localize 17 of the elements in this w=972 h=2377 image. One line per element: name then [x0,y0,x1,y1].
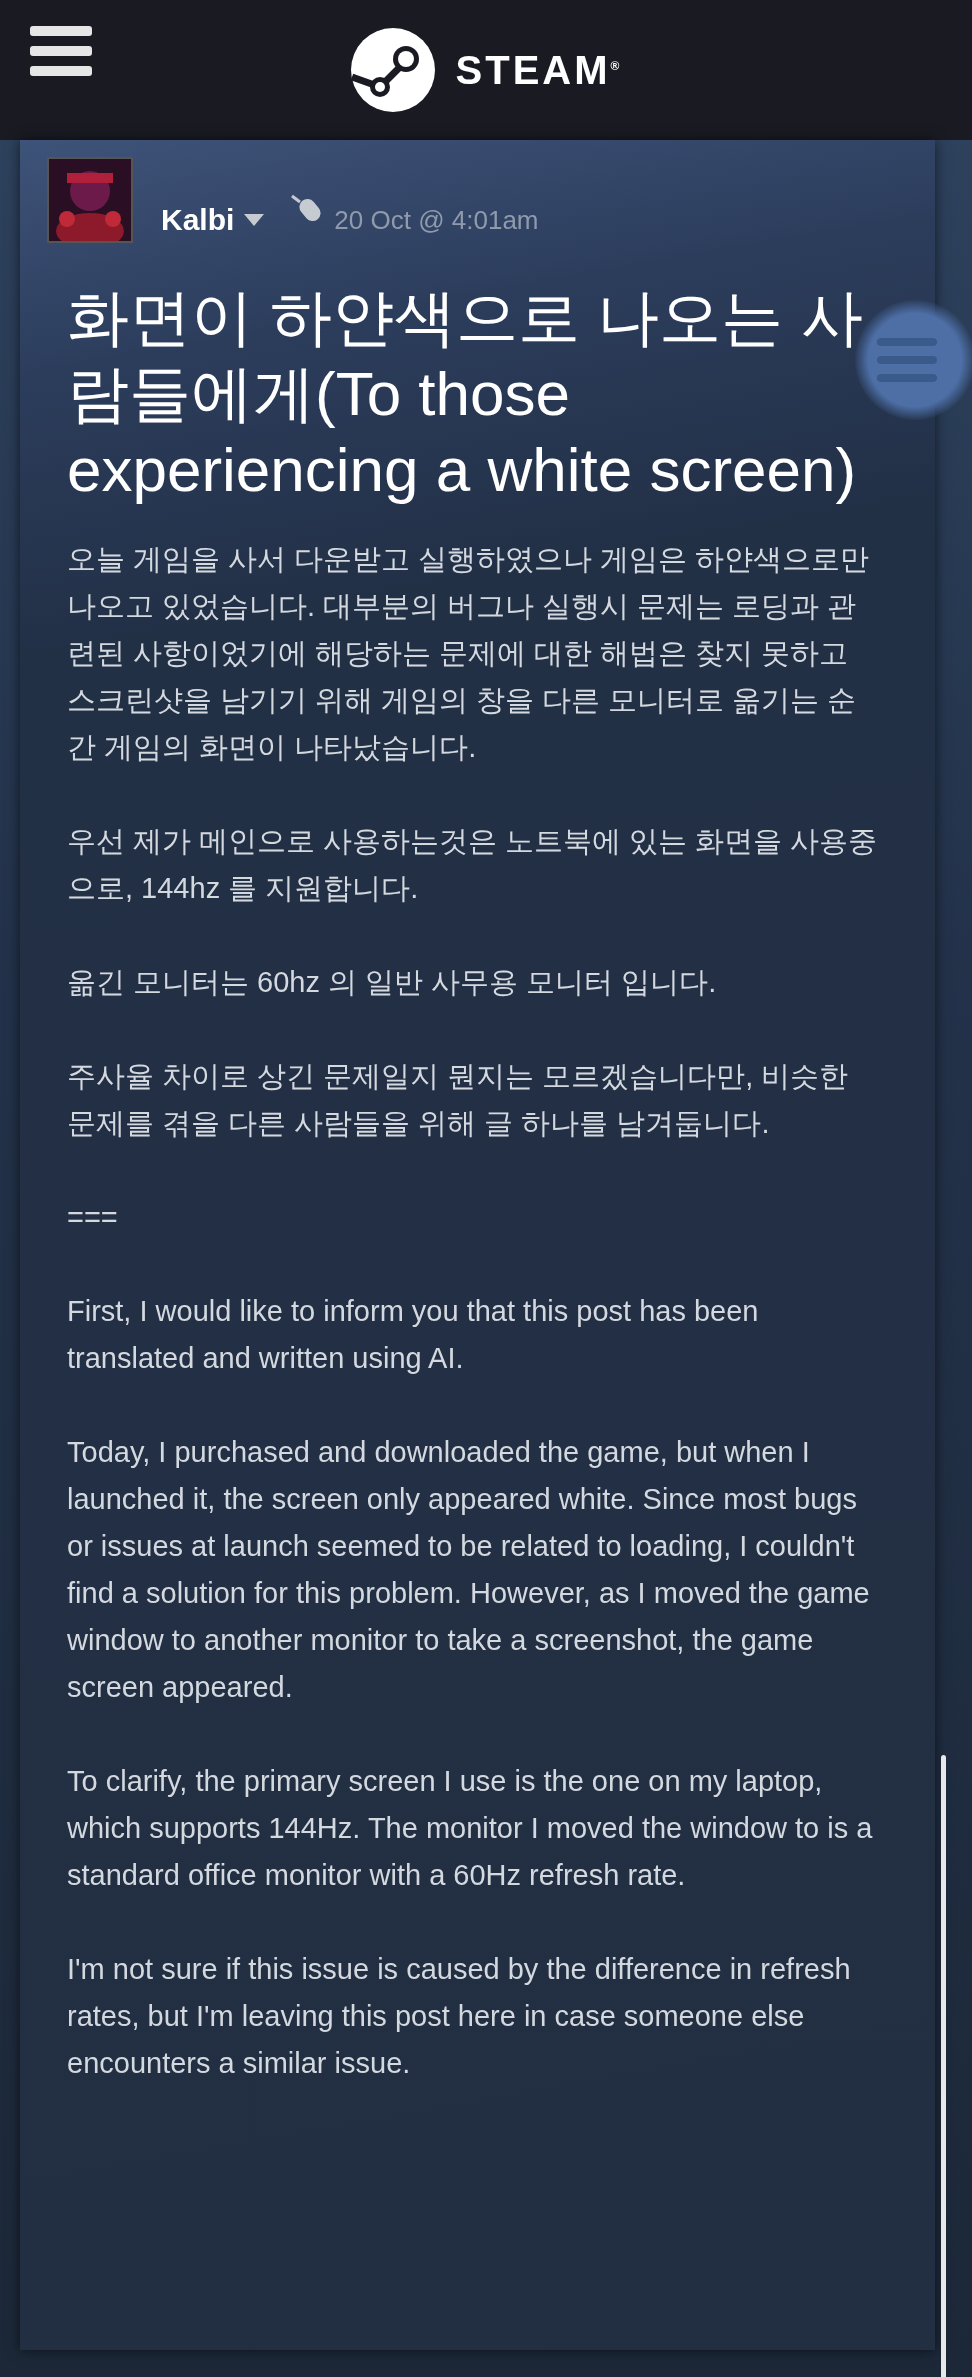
post-title: 화면이 하얀색으로 나오는 사람들에게(To those experiencing a white screen) [67,282,864,506]
post-paragraph: === [67,1200,119,1235]
post-paragraph: To clarify, the primary screen I use is the one on my laptop, which supports 144Hz. The monitor I moved the window to is a standard office monitor with a 60Hz refresh rate. [67,1764,874,1893]
post-paragraph: Today, I purchased and downloaded the game, but when I launched it, the screen only appeared white. Since most bugs or issues at launch seemed to be related to loading, I couldn't find a solution for this problem. However, as I moved the game window to another monitor to take a screenshot, the game screen appeared. [67,1435,871,1705]
steam-wordmark: STEAM$^{®}$ [455,47,623,93]
post-paragraph: I'm not sure if this issue is caused by the difference in refresh rates, but I'm leaving this post here in case someone else encounters a similar issue. [67,1952,852,2081]
post-paragraph: 우선 제가 메인으로 사용하는것은 노트북에 있는 화면을 사용중으로, 144hz 를 지원합니다. [67,824,879,906]
author-name[interactable]: Kalbi [161,203,235,237]
post-date: 20 Oct @ 4:01am [334,204,539,236]
steam-logo-icon [349,27,436,113]
post-paragraph: 오늘 게임을 사서 다운받고 실행하였으나 게임은 하얀색으로만 나오고 있었습니다. 대부분의 버그나 실행시 문제는 로딩과 관련된 사항이었기에 해당하는 문제에 대한 해법은 찾지 못하고 스크린샷을 남기기 위해 게임의 창을 다른 모니터로 옮기는 순간 게임의 화면이 나타났습니다. [67,542,871,765]
post-paragraph: First, I would like to inform you that this post has been translated and written using AI. [67,1294,760,1376]
scrollbar[interactable] [941,1755,946,2377]
menu-button[interactable] [30,26,92,76]
post-paragraph: 옮긴 모니터는 60hz 의 일반 사무용 모니터 입니다. [67,965,718,1000]
post-paragraph: 주사율 차이로 상긴 문제일지 뭔지는 모르겠습니다만, 비슷한 문제를 겪을 다른 사람들을 위해 글 하나를 남겨둡니다. [67,1059,850,1141]
caret-icon[interactable] [244,214,265,226]
